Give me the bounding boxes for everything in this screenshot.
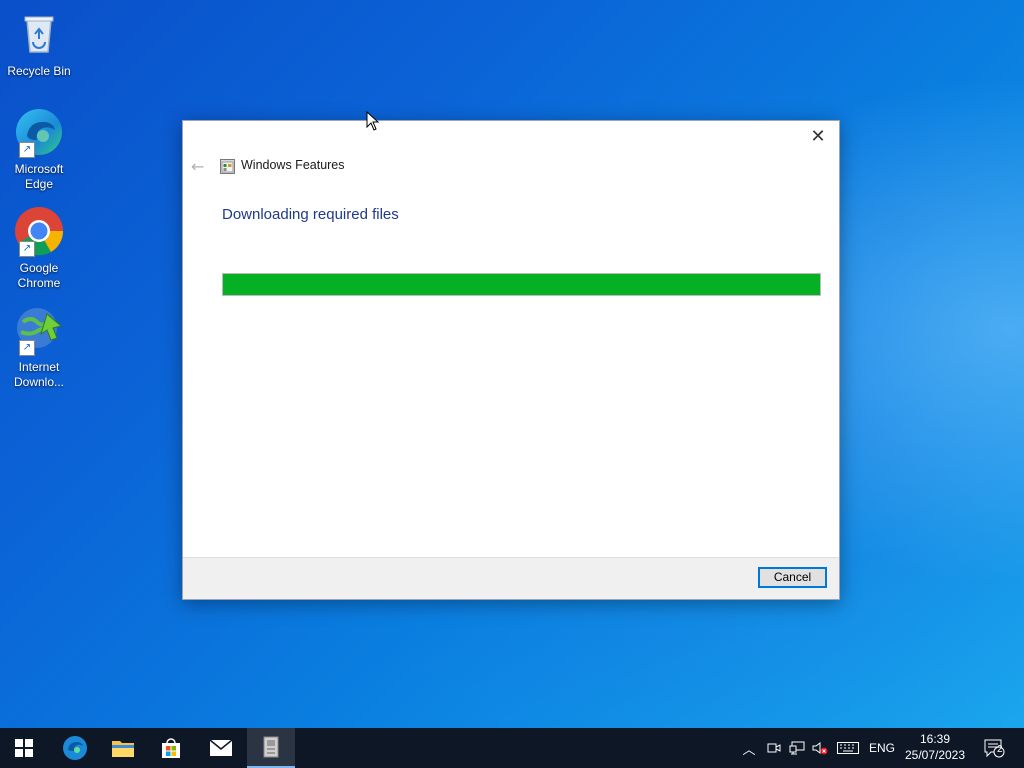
edge-icon: ↗ (13, 106, 65, 158)
chevron-up-icon: ︿ (742, 741, 756, 757)
action-center-button[interactable]: 2 (978, 728, 1010, 768)
back-arrow-icon: ← (191, 157, 205, 176)
volume-button[interactable] (809, 728, 831, 768)
desktop-icon-microsoft-edge[interactable]: ↗ Microsoft Edge (1, 106, 77, 192)
recycle-bin-icon (13, 8, 65, 60)
taskbar-windows-features-button[interactable] (247, 728, 295, 768)
taskbar-mail-button[interactable] (197, 728, 245, 768)
store-icon (162, 738, 180, 758)
touch-keyboard-button[interactable] (834, 728, 862, 768)
taskbar-file-explorer-button[interactable] (99, 728, 147, 768)
camera-icon (767, 743, 781, 753)
desktop-icon-label: Microsoft Edge (14, 162, 64, 191)
status-heading: Downloading required files (222, 206, 399, 223)
taskbar: ︿ ENG 16:39 25/07/2023 2 (0, 728, 1024, 768)
desktop-icon-internet-download-manager[interactable]: ↗ Internet Downlo... (1, 304, 77, 390)
close-button[interactable]: ✕ (803, 125, 833, 147)
progress-fill (223, 274, 820, 295)
volume-muted-icon (812, 742, 828, 755)
chrome-icon: ↗ (13, 205, 65, 257)
windows-features-icon (220, 159, 235, 174)
keyboard-icon (837, 742, 859, 754)
progress-bar (222, 273, 821, 296)
shortcut-arrow-icon: ↗ (19, 340, 35, 356)
dialog-title: Windows Features (241, 158, 345, 172)
idm-globe-icon: ↗ (13, 304, 65, 356)
close-icon: ✕ (810, 125, 826, 147)
clock-time: 16:39 (919, 732, 951, 746)
clock-date: 25/07/2023 (904, 748, 966, 762)
desktop-icon-label: Recycle Bin (7, 64, 71, 78)
input-language-button[interactable]: ENG (866, 728, 898, 768)
desktop-icon-recycle-bin[interactable]: Recycle Bin (1, 8, 77, 79)
clock[interactable]: 16:39 25/07/2023 (898, 731, 972, 763)
start-button[interactable] (0, 728, 48, 768)
windows-logo-icon (15, 739, 33, 757)
language-indicator: ENG (868, 741, 895, 755)
dialog-footer: Cancel (183, 557, 839, 599)
desktop: Recycle Bin ↗ Microsoft Edge ↗ Google Ch… (0, 0, 1024, 728)
taskbar-store-button[interactable] (147, 728, 195, 768)
desktop-icon-label: Google Chrome (17, 261, 61, 290)
desktop-icon-google-chrome[interactable]: ↗ Google Chrome (1, 205, 77, 291)
meet-now-button[interactable] (763, 728, 785, 768)
cancel-button[interactable]: Cancel (758, 567, 827, 588)
shortcut-arrow-icon: ↗ (19, 241, 35, 257)
windows-features-app-icon (263, 736, 279, 758)
mail-icon (209, 739, 233, 756)
edge-icon (63, 736, 87, 760)
network-button[interactable] (786, 728, 808, 768)
folder-icon (112, 741, 134, 757)
taskbar-edge-button[interactable] (51, 728, 99, 768)
notification-count-badge: 2 (997, 744, 1003, 755)
shortcut-arrow-icon: ↗ (19, 142, 35, 158)
windows-features-dialog: ✕ ← Windows Features Downloading require… (182, 120, 840, 600)
mouse-cursor-icon (366, 111, 380, 131)
desktop-icon-label: Internet Downlo... (13, 360, 65, 389)
show-hidden-icons-button[interactable]: ︿ (738, 728, 760, 768)
network-icon (789, 741, 805, 755)
